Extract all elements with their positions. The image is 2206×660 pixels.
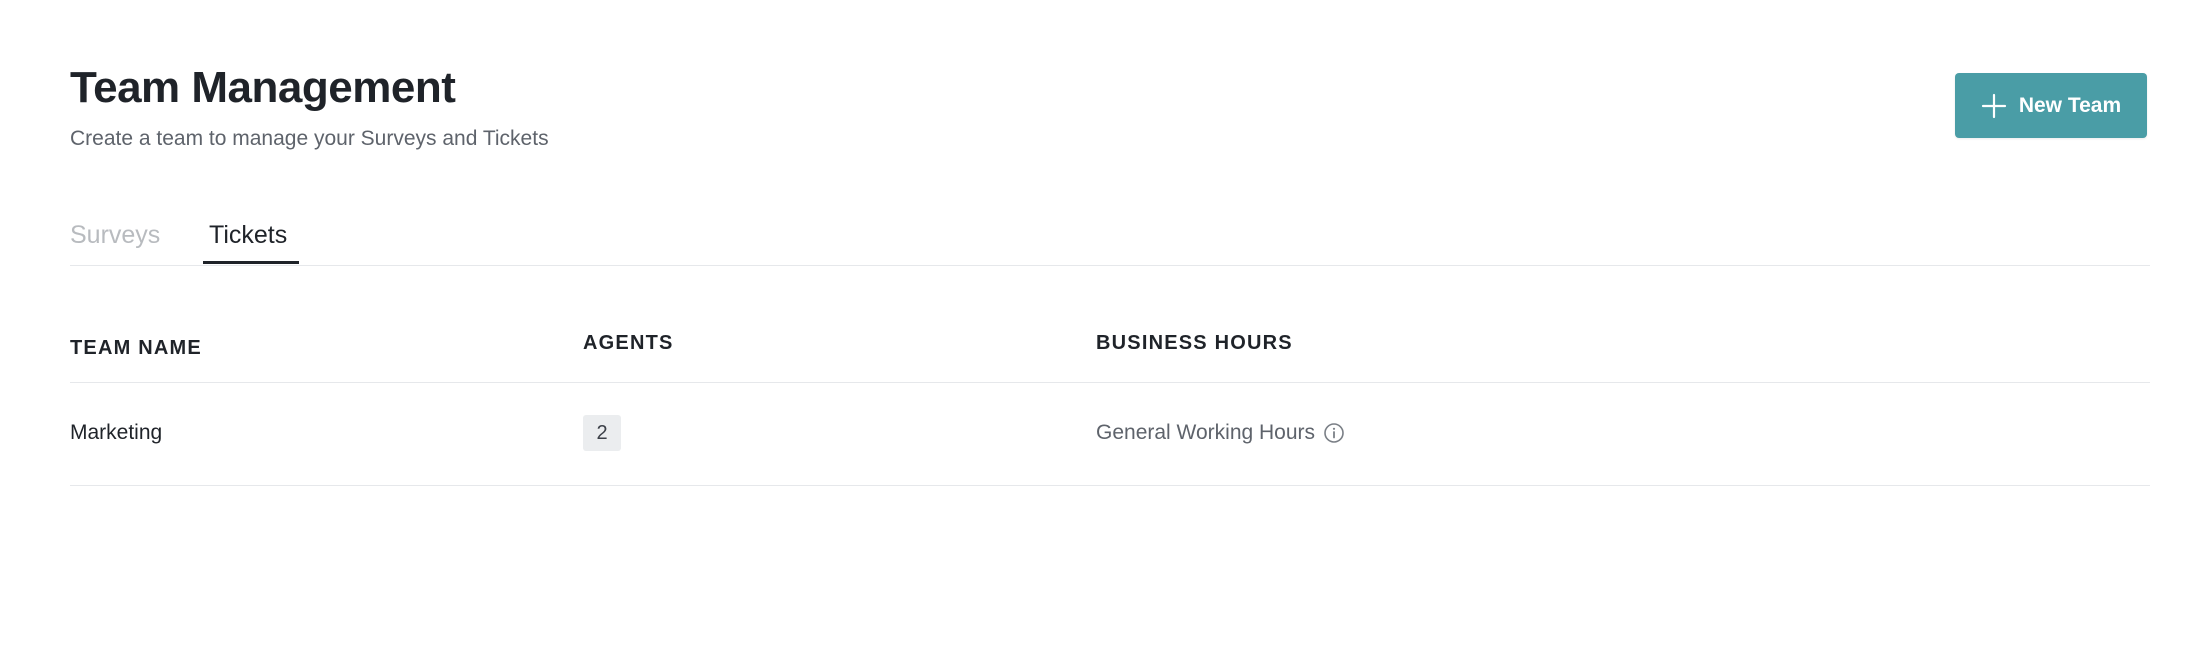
team-management-page: Team Management Create a team to manage …	[0, 0, 2206, 660]
page-title: Team Management	[70, 63, 456, 112]
page-subtitle: Create a team to manage your Surveys and…	[70, 127, 549, 150]
new-team-button[interactable]: New Team	[1955, 73, 2147, 138]
new-team-label: New Team	[2018, 93, 2122, 117]
teams-table: TEAM NAME AGENTS BUSINESS HOURS Marketin…	[70, 300, 2150, 486]
column-header-team-name: TEAM NAME	[70, 337, 202, 359]
table-header: TEAM NAME AGENTS BUSINESS HOURS	[70, 300, 2150, 383]
tab-bar: Surveys Tickets	[70, 210, 2150, 266]
agents-count-badge: 2	[583, 415, 621, 451]
team-name-cell[interactable]: Marketing	[70, 419, 162, 447]
column-header-agents: AGENTS	[583, 332, 674, 354]
business-hours-label: General Working Hours	[1096, 421, 1316, 444]
business-hours-cell: General Working Hours	[1096, 419, 1345, 447]
active-tab-indicator	[203, 261, 299, 264]
tab-surveys[interactable]: Surveys	[70, 218, 160, 252]
info-icon[interactable]	[1323, 422, 1345, 444]
tab-tickets[interactable]: Tickets	[209, 218, 287, 252]
table-row[interactable]: Marketing 2 General Working Hours	[70, 383, 2150, 486]
plus-icon	[1981, 93, 2006, 118]
column-header-business-hours: BUSINESS HOURS	[1096, 332, 1293, 354]
